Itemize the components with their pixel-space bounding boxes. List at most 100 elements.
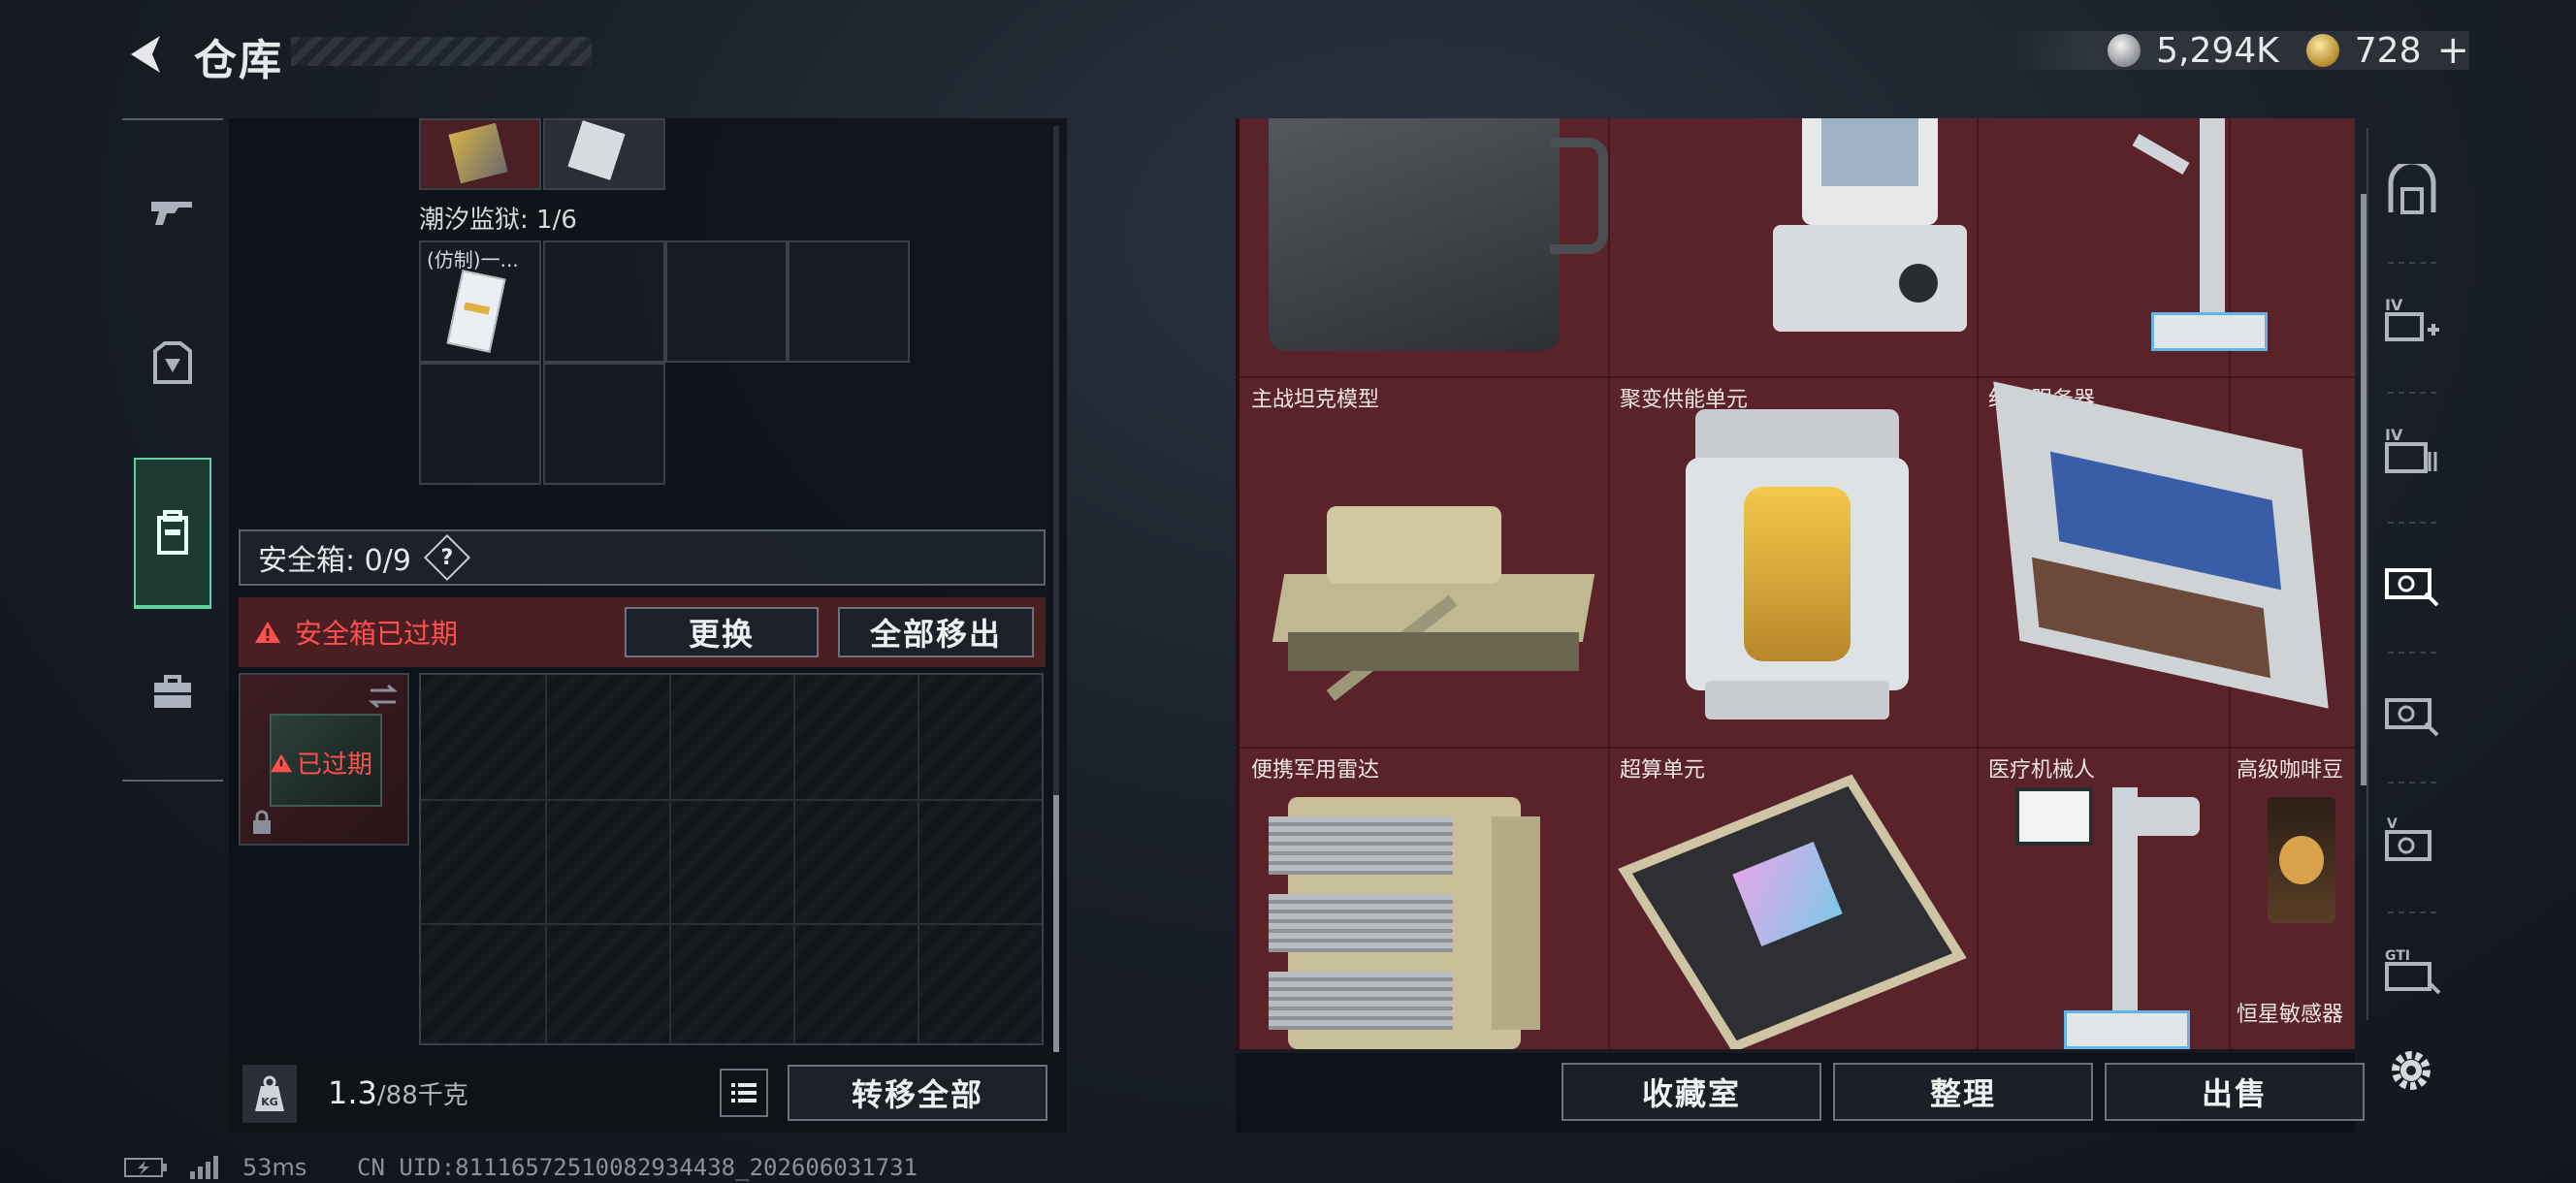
category-nav <box>122 118 223 782</box>
ping-value: 53ms <box>242 1154 307 1181</box>
storage-tabs: IV IV V GTI <box>2367 128 2454 1020</box>
safebox-slot[interactable]: 已过期 <box>239 673 409 846</box>
collection-item-coffee-beans[interactable] <box>2248 797 2345 933</box>
briefcase-icon <box>154 675 191 708</box>
nav-armor[interactable] <box>134 314 211 411</box>
rifle-icon <box>151 202 192 225</box>
svg-text:V: V <box>2387 816 2398 832</box>
backpack-icon <box>157 510 188 555</box>
item-thumbnail <box>567 120 626 180</box>
collection-item-monitor[interactable] <box>1763 118 1967 341</box>
tab-gti[interactable]: GTI <box>2378 937 2446 1005</box>
collection-room-button[interactable]: 收藏室 <box>1562 1063 1821 1121</box>
tab-level-5-c[interactable]: V <box>2378 807 2446 875</box>
tab-level-5-b[interactable] <box>2378 677 2446 745</box>
inventory-slot[interactable] <box>543 363 665 485</box>
item-label-tank: 主战坦克模型 <box>1251 388 1380 412</box>
inventory-slot[interactable] <box>543 240 665 363</box>
gold-amount: 728 <box>2354 30 2422 71</box>
warning-icon <box>255 622 280 643</box>
tab-level-4[interactable]: IV <box>2378 417 2446 485</box>
remove-all-button[interactable]: 全部移出 <box>838 607 1034 657</box>
tab-level-4-plus[interactable]: IV <box>2378 287 2446 355</box>
lock-icon <box>253 810 271 834</box>
item-label-star-sensor: 恒星敏感器 <box>2237 1003 2344 1027</box>
inventory-slot[interactable] <box>543 118 665 190</box>
weight-icon: KG <box>242 1065 297 1123</box>
weight-readout: 1.3/88千克 <box>328 1074 468 1111</box>
silver-amount: 5,294K <box>2156 30 2279 71</box>
add-currency-button[interactable]: + <box>2436 28 2469 73</box>
user-uid: CN UID:8111657251008293443­8_20260603173… <box>357 1154 918 1181</box>
collection-item-jerrycan[interactable] <box>1269 118 1608 361</box>
settings-button[interactable] <box>2382 1041 2440 1100</box>
device-status: 53ms <box>124 1154 306 1181</box>
card-label: (仿制)一... <box>427 248 519 272</box>
currency-display: 5,294K 728 + <box>2001 28 2469 73</box>
transfer-all-button[interactable]: 转移全部 <box>788 1065 1047 1121</box>
back-button[interactable] <box>116 27 175 81</box>
nav-case[interactable] <box>134 644 211 741</box>
gti-icon: GTI <box>2385 948 2441 995</box>
nav-backpack[interactable] <box>134 458 211 609</box>
collection-item-medical-robot[interactable] <box>2006 787 2219 1049</box>
collection-grid: 主战坦克模型 聚变供能单元 绝密服务器 便携军用雷达 超算单元 医疗机械人 <box>1236 118 2355 1049</box>
gear-icon <box>2392 1051 2431 1090</box>
collection-item-supercomputer[interactable] <box>1618 774 1967 1049</box>
inventory-slot[interactable] <box>419 363 541 485</box>
keycard-thumbnail <box>446 270 506 353</box>
level-4-icon: IV <box>2385 426 2437 473</box>
safebox-header: 安全箱: 0/9 ? <box>239 529 1046 586</box>
item-label-coffee: 高级咖啡豆 <box>2237 758 2344 783</box>
gold-coin-icon <box>2305 34 2339 67</box>
level-5-ticket-icon: V <box>2385 816 2431 861</box>
weight-value: 1.3 <box>328 1074 377 1111</box>
collection-item-tank-model[interactable] <box>1269 429 1595 710</box>
item-label-supercomputer: 超算单元 <box>1620 758 1706 783</box>
signal-icon <box>190 1156 218 1179</box>
slot-expired-label: 已过期 <box>297 751 373 780</box>
collection-item-robot-arm[interactable] <box>2112 118 2316 361</box>
svg-text:IV: IV <box>2385 426 2403 444</box>
svg-text:GTI: GTI <box>2385 948 2410 964</box>
level-4-plus-icon: IV <box>2385 296 2439 341</box>
tab-vault[interactable] <box>2378 157 2446 225</box>
silver-coin-icon <box>2108 34 2141 67</box>
safebox-grid[interactable] <box>419 673 1044 1045</box>
tab-level-5-a[interactable] <box>2378 547 2446 615</box>
collection-item-fusion-unit[interactable] <box>1676 400 1918 739</box>
list-icon <box>731 1083 757 1103</box>
item-label-medical-robot: 医疗机械人 <box>1988 758 2096 783</box>
prison-label: 潮汐监狱: 1/6 <box>419 206 577 235</box>
safebox-capacity: 安全箱: 0/9 <box>258 544 411 578</box>
sell-button[interactable]: 出售 <box>2105 1063 2365 1121</box>
inventory-slot[interactable] <box>419 118 541 190</box>
vault-icon <box>2388 164 2436 214</box>
collection-item-server[interactable] <box>1993 381 2345 719</box>
svg-text:KG: KG <box>261 1096 278 1108</box>
collection-item-radar[interactable] <box>1269 797 1589 1049</box>
inventory-slot[interactable] <box>665 240 788 363</box>
back-arrow-icon <box>131 36 160 73</box>
weight-max: /88千克 <box>376 1081 468 1110</box>
level-5-ticket-icon <box>2385 698 2439 737</box>
svg-text:IV: IV <box>2385 296 2403 314</box>
list-view-button[interactable] <box>720 1069 768 1117</box>
nav-weapons[interactable] <box>134 163 211 260</box>
level-5-ticket-icon <box>2385 568 2439 607</box>
replace-button[interactable]: 更换 <box>625 607 819 657</box>
armor-icon <box>153 341 192 384</box>
item-thumbnail <box>448 122 508 184</box>
inventory-slot[interactable]: (仿制)一... <box>419 240 541 363</box>
help-button[interactable]: ? <box>423 533 470 582</box>
page-title: 仓库 <box>194 36 283 85</box>
battery-icon <box>124 1158 167 1177</box>
expired-message: 安全箱已过期 <box>295 618 459 650</box>
title-stripe <box>291 37 592 66</box>
organize-button[interactable]: 整理 <box>1833 1063 2093 1121</box>
inventory-slot[interactable] <box>788 240 910 363</box>
item-label-radar: 便携军用雷达 <box>1251 758 1380 783</box>
warning-icon <box>271 753 292 772</box>
inventory-scrollbar[interactable] <box>1053 126 1059 1052</box>
swap-icon <box>368 684 399 709</box>
